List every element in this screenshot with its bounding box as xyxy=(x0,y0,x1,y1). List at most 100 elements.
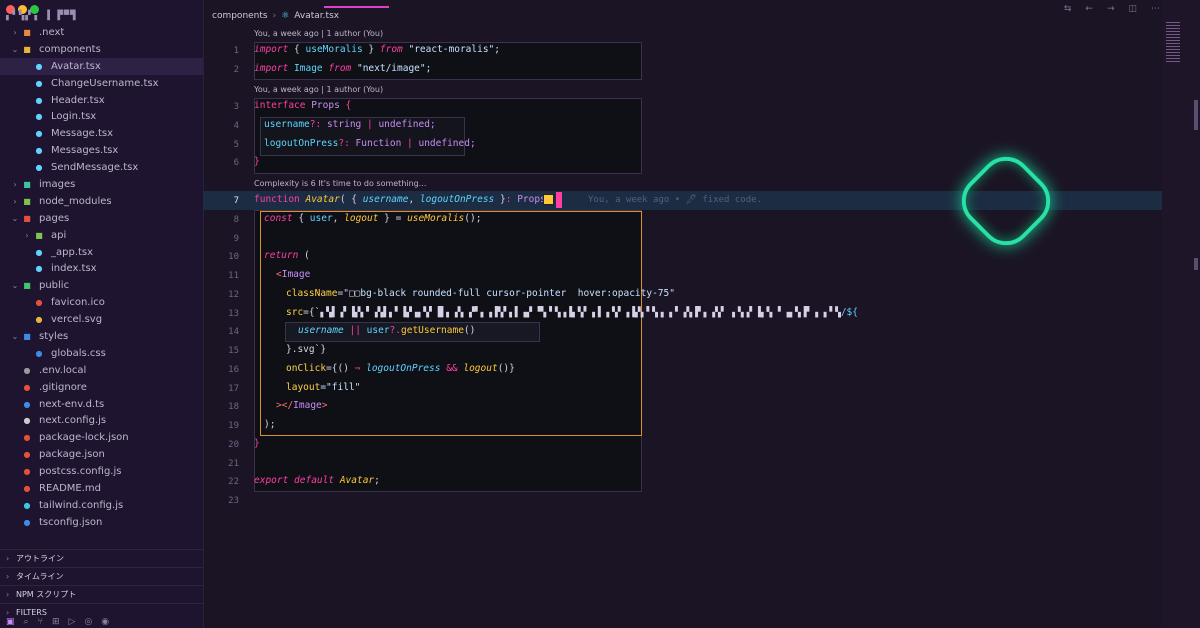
chevron-right-icon: › xyxy=(13,27,17,37)
more-icon[interactable]: ⋯ xyxy=(1151,4,1160,14)
git-compare-icon[interactable]: ⇆ xyxy=(1064,4,1072,14)
tree-item-label: package.json xyxy=(39,449,105,461)
folder-item[interactable]: ⌄ ■ public xyxy=(0,277,203,294)
code-token: layout xyxy=(286,382,321,393)
source-control-icon[interactable]: ⑂ xyxy=(38,617,43,627)
extensions-icon[interactable]: ⊞ xyxy=(52,617,60,627)
breadcrumb-folder[interactable]: components xyxy=(212,11,268,21)
file-item[interactable]: ● Avatar.tsx xyxy=(0,57,203,75)
code-token: username xyxy=(298,325,344,336)
file-item[interactable]: ● ChangeUsername.tsx xyxy=(0,75,203,92)
folder-item[interactable]: ⌄ ■ components xyxy=(0,41,203,58)
code-token: , xyxy=(332,213,345,224)
code-token: || xyxy=(343,325,367,336)
file-item[interactable]: ● next.config.js xyxy=(0,412,203,429)
react-icon: ● xyxy=(35,61,43,71)
panel-outline[interactable]: › アウトライン xyxy=(0,549,203,567)
file-item[interactable]: ● postcss.config.js xyxy=(0,463,203,480)
breadcrumb-file[interactable]: Avatar.tsx xyxy=(294,11,339,21)
remote-icon[interactable]: ◎ xyxy=(84,617,92,627)
react-icon: ● xyxy=(35,112,43,122)
chevron-right-icon: › xyxy=(25,230,29,240)
code-token: string xyxy=(321,119,367,130)
file-item[interactable]: ● Login.tsx xyxy=(0,108,203,125)
code-token: } xyxy=(254,438,260,449)
scrollbar-thumb[interactable] xyxy=(1194,100,1198,130)
code-token: | xyxy=(407,138,419,149)
minimap-preview xyxy=(1166,22,1180,62)
folder-item[interactable]: ⌄ ■ pages xyxy=(0,210,203,227)
line-number: 14 xyxy=(228,327,239,337)
code-token: interface xyxy=(254,100,306,111)
file-item[interactable]: ● package.json xyxy=(0,446,203,463)
line-number: 8 xyxy=(233,215,239,225)
code-token: undefined; xyxy=(378,119,436,130)
code-token: && xyxy=(440,363,464,374)
file-item[interactable]: ● .env.local xyxy=(0,362,203,379)
file-item[interactable]: ● Header.tsx xyxy=(0,92,203,109)
folder-item[interactable]: ⌄ ■ styles xyxy=(0,328,203,345)
react-icon: ● xyxy=(35,264,43,274)
tree-item-label: public xyxy=(39,280,70,292)
minimap[interactable] xyxy=(1162,0,1200,628)
code-token: ; xyxy=(374,475,380,486)
debug-icon[interactable]: ▷ xyxy=(69,617,76,627)
file-tree: › ■ .next ⌄ ■ components ● Avatar.tsx ● ChangeUse… xyxy=(0,24,203,531)
file-item[interactable]: ● favicon.ico xyxy=(0,294,203,311)
back-icon[interactable]: ← xyxy=(1085,4,1093,14)
tree-item-label: tailwind.config.js xyxy=(39,499,124,511)
codelens-annotation[interactable]: You, a week ago | 1 author (You) xyxy=(254,29,383,38)
code-token: } = xyxy=(378,213,408,224)
code-token: /${ xyxy=(840,307,858,318)
code-editor[interactable]: components › ⚛ Avatar.tsx ⇆ ← → ◫ ⋯ 1234… xyxy=(203,0,1200,628)
file-item[interactable]: ● globals.css xyxy=(0,345,203,362)
code-token: import xyxy=(254,44,289,55)
split-editor-icon[interactable]: ◫ xyxy=(1128,4,1137,14)
folder-item[interactable]: › ■ api xyxy=(0,227,203,244)
accounts-icon[interactable]: ◉ xyxy=(101,617,109,627)
folder-item[interactable]: › ■ .next xyxy=(0,24,203,41)
code-token: Image xyxy=(293,400,322,411)
code-token: (); xyxy=(464,213,482,224)
file-item[interactable]: ● next-env.d.ts xyxy=(0,396,203,413)
codelens-annotation[interactable]: Complexity is 6 It's time to do somethin… xyxy=(254,179,426,188)
explorer-icon[interactable]: ▣ xyxy=(6,617,15,627)
neon-ring-decoration xyxy=(950,145,1062,257)
search-icon[interactable]: ⌕ xyxy=(24,617,29,627)
code-token: () xyxy=(463,325,476,336)
panel-npm-scripts[interactable]: › NPM スクリプト xyxy=(0,585,203,603)
file-item[interactable]: ● index.tsx xyxy=(0,260,203,277)
code-token: | xyxy=(366,119,379,130)
file-item[interactable]: ● Message.tsx xyxy=(0,125,203,142)
folder-item[interactable]: › ■ images xyxy=(0,176,203,193)
code-token: { xyxy=(288,44,306,55)
line-number: 3 xyxy=(233,102,239,112)
file-item[interactable]: ● tailwind.config.js xyxy=(0,497,203,514)
folder-item[interactable]: › ■ node_modules xyxy=(0,193,203,210)
file-item[interactable]: ● package-lock.json xyxy=(0,429,203,446)
code-token: className xyxy=(286,288,338,299)
code-token: Avatar xyxy=(334,475,375,486)
forward-icon[interactable]: → xyxy=(1107,4,1115,14)
panel-timeline[interactable]: › タイムライン xyxy=(0,567,203,585)
file-item[interactable]: ● tsconfig.json xyxy=(0,514,203,531)
code-line: return ( xyxy=(264,250,310,261)
file-item[interactable]: ● SendMessage.tsx xyxy=(0,159,203,176)
file-item[interactable]: ● .gitignore xyxy=(0,379,203,396)
markdown-icon: ● xyxy=(23,483,31,493)
code-line: layout="fill" xyxy=(286,382,360,393)
tree-item-label: node_modules xyxy=(39,195,112,207)
tree-item-label: api xyxy=(51,229,67,241)
file-item[interactable]: ● vercel.svg xyxy=(0,311,203,328)
favicon-icon: ● xyxy=(35,298,43,308)
codelens-annotation[interactable]: You, a week ago | 1 author (You) xyxy=(254,85,383,94)
react-icon: ● xyxy=(35,163,43,173)
file-item[interactable]: ● _app.tsx xyxy=(0,244,203,261)
chevron-right-icon: › xyxy=(6,590,10,599)
file-item[interactable]: ● README.md xyxy=(0,480,203,497)
react-icon: ● xyxy=(35,146,43,156)
tree-item-label: .gitignore xyxy=(39,381,87,393)
sidebar-panels: › アウトライン › タイムライン › NPM スクリプト › FILTERS xyxy=(0,549,203,621)
code-token: ={` xyxy=(303,307,321,318)
file-item[interactable]: ● Messages.tsx xyxy=(0,142,203,159)
